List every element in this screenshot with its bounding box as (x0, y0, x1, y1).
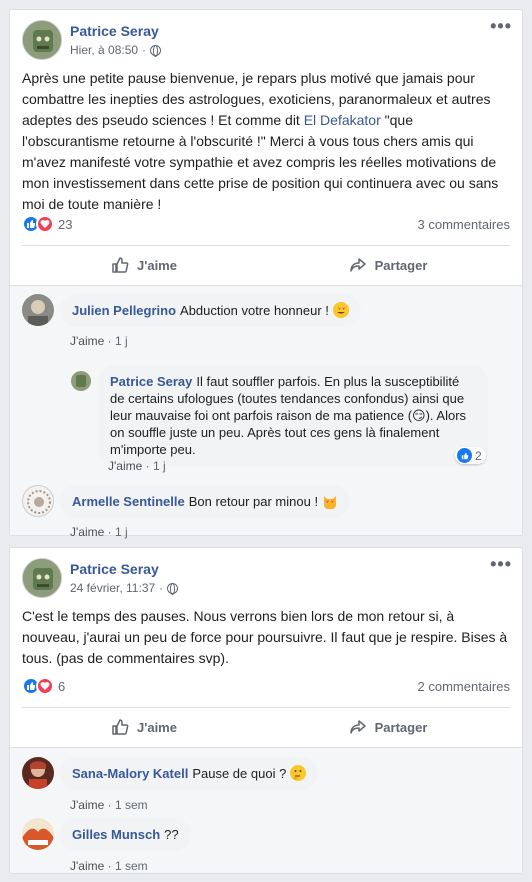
comment-bubble: Patrice Seray Il faut souffler parfois. E… (98, 365, 488, 466)
author-name[interactable]: Patrice Seray (70, 23, 159, 39)
love-reaction-icon[interactable] (36, 677, 54, 695)
like-label: J'aime (137, 719, 177, 735)
comment-bubble: Julien Pellegrino Abduction votre honneur… (60, 294, 361, 327)
comment-age[interactable]: 1 j (115, 525, 128, 539)
more-options-button[interactable]: ••• (490, 16, 512, 37)
comment-like-link[interactable]: J'aime (108, 459, 142, 473)
reactions-row: 23 3 commentaires (22, 214, 510, 234)
separator: · (142, 43, 147, 57)
share-button[interactable]: Partager (266, 710, 510, 744)
divider (22, 245, 510, 246)
comment-age[interactable]: 1 sem (115, 798, 148, 812)
like-reaction-icon (457, 448, 472, 463)
comment-bubble: Sana-Malory Katell Pause de quoi ? (60, 757, 318, 790)
divider (22, 707, 510, 708)
comments-count-link[interactable]: 2 commentaires (418, 679, 510, 694)
reply-reaction-badge[interactable]: 2 (455, 447, 486, 464)
share-label: Partager (374, 257, 428, 273)
share-label: Partager (374, 719, 428, 735)
post-text: C'est le temps des pauses. Nous verrons … (22, 608, 508, 666)
like-label: J'aime (137, 257, 177, 273)
like-button[interactable]: J'aime (22, 248, 266, 282)
separator: · (145, 459, 153, 473)
commenter-avatar[interactable] (22, 757, 54, 789)
more-options-button[interactable]: ••• (490, 554, 512, 575)
reaction-count[interactable]: 23 (58, 217, 72, 232)
comments-section: Julien Pellegrino Abduction votre honneur… (10, 285, 522, 539)
author-name[interactable]: Patrice Seray (70, 561, 159, 577)
commenter-avatar[interactable] (22, 818, 54, 850)
comment-text: Abduction votre honneur ! (180, 303, 329, 318)
post-card: Patrice Seray 24 février, 11:37 · ••• C'… (9, 547, 523, 874)
separator: · (107, 334, 115, 348)
comment-meta: J'aime · 1 sem (70, 859, 148, 873)
like-button[interactable]: J'aime (22, 710, 266, 744)
separator: · (159, 581, 164, 595)
mention-link[interactable]: El Defakator (304, 112, 381, 128)
cat-heart-eyes-emoji (322, 493, 338, 509)
comment-text: ?? (164, 827, 179, 842)
reaction-count: 2 (475, 448, 482, 463)
comments-section: Sana-Malory Katell Pause de quoi ? J'aime… (10, 747, 522, 873)
post-timestamp[interactable]: Hier, à 08:50 · (70, 43, 162, 57)
comment-like-link[interactable]: J'aime (70, 798, 104, 812)
commenter-name[interactable]: Patrice Seray (110, 374, 192, 389)
separator: · (107, 859, 115, 873)
comment-like-link[interactable]: J'aime (70, 525, 104, 539)
comment-text: Bon retour par minou ! (188, 494, 319, 509)
commenter-name[interactable]: Armelle Sentinelle (72, 494, 185, 509)
comment-age[interactable]: 1 j (153, 459, 166, 473)
comment-bubble: Armelle Sentinelle Bon retour par minou ! (60, 485, 350, 518)
post-actions: J'aime Partager (22, 248, 510, 282)
post-actions: J'aime Partager (22, 710, 510, 744)
share-icon (349, 258, 366, 272)
comment-age[interactable]: 1 j (115, 334, 128, 348)
commenter-avatar[interactable] (22, 485, 54, 517)
comment-meta: J'aime · 1 j (70, 334, 128, 348)
author-avatar[interactable] (22, 20, 62, 60)
post-text-part: Après une petite pause bienvenue, je rep… (22, 70, 491, 128)
share-button[interactable]: Partager (266, 248, 510, 282)
globe-icon (150, 44, 162, 57)
commenter-name[interactable]: Julien Pellegrino (72, 303, 176, 318)
author-avatar[interactable] (22, 558, 62, 598)
commenter-avatar[interactable] (71, 371, 91, 391)
post-text: Après une petite pause bienvenue, je rep… (22, 68, 510, 215)
comments-count-link[interactable]: 3 commentaires (418, 217, 510, 232)
separator: · (107, 798, 115, 812)
reactions-row: 6 2 commentaires (22, 676, 510, 696)
comment-meta: J'aime · 1 j (108, 459, 166, 473)
commenter-name[interactable]: Gilles Munsch (72, 827, 160, 842)
post-time[interactable]: Hier, à 08:50 (70, 43, 138, 57)
post-card: Patrice Seray Hier, à 08:50 · ••• Après … (9, 9, 523, 539)
thumbs-up-icon (112, 257, 129, 273)
comment-bubble: Gilles Munsch?? (60, 818, 191, 851)
comment-like-link[interactable]: J'aime (70, 859, 104, 873)
post-timestamp[interactable]: 24 février, 11:37 · (70, 581, 179, 595)
heart-eyes-emoji (332, 302, 349, 318)
thumbs-up-icon (112, 719, 129, 735)
comment-text: Pause de quoi ? (192, 766, 287, 781)
separator: · (107, 525, 115, 539)
commenter-avatar[interactable] (22, 294, 54, 326)
thinking-emoji (289, 765, 306, 781)
share-icon (349, 720, 366, 734)
post-time[interactable]: 24 février, 11:37 (70, 581, 155, 595)
love-reaction-icon[interactable] (36, 215, 54, 233)
comment-meta: J'aime · 1 sem (70, 798, 148, 812)
reaction-count[interactable]: 6 (58, 679, 65, 694)
comment-meta: J'aime · 1 j (70, 525, 128, 539)
globe-icon (167, 582, 179, 595)
comment-age[interactable]: 1 sem (115, 859, 148, 873)
comment-like-link[interactable]: J'aime (70, 334, 104, 348)
commenter-name[interactable]: Sana-Malory Katell (72, 766, 188, 781)
